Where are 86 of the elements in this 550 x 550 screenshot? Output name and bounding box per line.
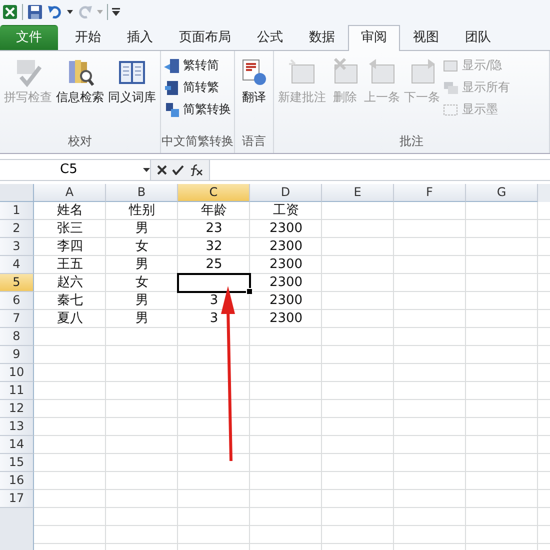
column-header[interactable]: G — [466, 184, 538, 202]
table-cell[interactable]: 夏八 — [34, 310, 106, 328]
comments-icon — [443, 80, 459, 96]
ribbon-tab[interactable]: 公式 — [244, 25, 296, 50]
group-label: 批注 — [398, 133, 424, 150]
group-label: 中文简繁转换 — [161, 133, 234, 150]
row-header[interactable]: 5 — [0, 274, 34, 292]
table-cell[interactable]: 男 — [106, 292, 178, 310]
row-header[interactable]: 10 — [0, 364, 34, 382]
conversion-icon — [164, 58, 180, 74]
insert-function-icon[interactable] — [189, 164, 203, 176]
table-cell[interactable]: 3 — [178, 292, 250, 310]
column-header[interactable]: D — [250, 184, 322, 202]
table-cell[interactable]: 2300 — [250, 256, 322, 274]
table-cell[interactable]: 2300 — [250, 292, 322, 310]
row-header[interactable]: 15 — [0, 454, 34, 472]
column-header[interactable]: B — [106, 184, 178, 202]
table-cell[interactable]: 女 — [106, 238, 178, 256]
ribbon-tab[interactable]: 开始 — [62, 25, 114, 50]
ribbon-tab[interactable]: 插入 — [114, 25, 166, 50]
conversion-icon — [164, 80, 180, 96]
customize-toolbar-icon[interactable] — [112, 8, 120, 16]
row-header[interactable]: 8 — [0, 328, 34, 346]
table-cell[interactable]: 23 — [178, 220, 250, 238]
table-cell[interactable]: 张三 — [34, 220, 106, 238]
row-header[interactable]: 11 — [0, 382, 34, 400]
undo-icon[interactable] — [47, 4, 63, 20]
table-cell[interactable]: 男 — [106, 310, 178, 328]
save-icon[interactable] — [27, 4, 43, 20]
group-label: 语言 — [241, 133, 267, 150]
table-cell[interactable]: 女 — [106, 274, 178, 292]
row-header[interactable]: 13 — [0, 418, 34, 436]
ribbon-tab[interactable]: 视图 — [400, 25, 452, 50]
ribbon-button[interactable]: 同义词库 — [107, 55, 157, 113]
ribbon-tab[interactable]: 文件 — [0, 25, 58, 50]
table-cell[interactable]: 男 — [106, 220, 178, 238]
table-cell[interactable]: 赵六 — [34, 274, 106, 292]
ribbon-button[interactable]: 翻译 — [238, 55, 270, 113]
row-header[interactable]: 14 — [0, 436, 34, 454]
ribbon-tab[interactable]: 数据 — [296, 25, 348, 50]
table-cell[interactable]: 3 — [178, 310, 250, 328]
table-cell[interactable]: 2300 — [250, 238, 322, 256]
row-header[interactable]: 1 — [0, 202, 34, 220]
table-cell[interactable]: 32 — [178, 238, 250, 256]
table-cell[interactable]: 25 — [178, 256, 250, 274]
ink-icon — [443, 102, 459, 118]
column-header[interactable]: E — [322, 184, 394, 202]
row-header[interactable]: 2 — [0, 220, 34, 238]
table-cell[interactable] — [178, 274, 250, 292]
table-cell[interactable]: 2300 — [250, 220, 322, 238]
row-header[interactable]: 3 — [0, 238, 34, 256]
spreadsheet-app-icon[interactable] — [2, 4, 18, 20]
row-header[interactable]: 9 — [0, 346, 34, 364]
comment-icon — [443, 58, 459, 74]
group-label: 校对 — [67, 133, 93, 150]
ribbon-tab[interactable]: 团队 — [452, 25, 504, 50]
column-header[interactable]: A — [34, 184, 106, 202]
ribbon-button[interactable]: 繁转简 — [164, 55, 231, 76]
ribbon-tab[interactable]: 页面布局 — [166, 25, 244, 50]
table-cell[interactable]: 2300 — [250, 310, 322, 328]
conversion-icon — [164, 102, 180, 118]
check-icon[interactable] — [172, 165, 184, 175]
dropdown-arrow-icon[interactable] — [143, 168, 150, 172]
table-cell[interactable]: 2300 — [250, 274, 322, 292]
table-cell[interactable]: 性别 — [106, 202, 178, 220]
table-cell[interactable]: 秦七 — [34, 292, 106, 310]
table-cell[interactable]: 王五 — [34, 256, 106, 274]
table-cell[interactable]: 姓名 — [34, 202, 106, 220]
cancel-icon[interactable] — [157, 165, 167, 175]
ribbon-button[interactable]: 信息检索 — [55, 55, 105, 113]
row-header[interactable]: 17 — [0, 490, 34, 508]
row-header[interactable]: 12 — [0, 400, 34, 418]
row-header[interactable]: 4 — [0, 256, 34, 274]
row-header[interactable]: 6 — [0, 292, 34, 310]
table-cell[interactable]: 男 — [106, 256, 178, 274]
row-header[interactable]: 16 — [0, 472, 34, 490]
table-cell[interactable]: 工资 — [250, 202, 322, 220]
row-header[interactable]: 7 — [0, 310, 34, 328]
ribbon-button[interactable]: 简繁转换 — [164, 99, 231, 120]
table-cell[interactable]: 李四 — [34, 238, 106, 256]
ribbon-tab[interactable]: 审阅 — [348, 25, 400, 51]
dropdown-arrow-icon[interactable] — [67, 10, 73, 14]
column-header[interactable]: F — [394, 184, 466, 202]
ribbon-button[interactable]: 简转繁 — [164, 77, 231, 98]
table-cell[interactable]: 年龄 — [178, 202, 250, 220]
column-header[interactable]: C — [178, 184, 250, 202]
